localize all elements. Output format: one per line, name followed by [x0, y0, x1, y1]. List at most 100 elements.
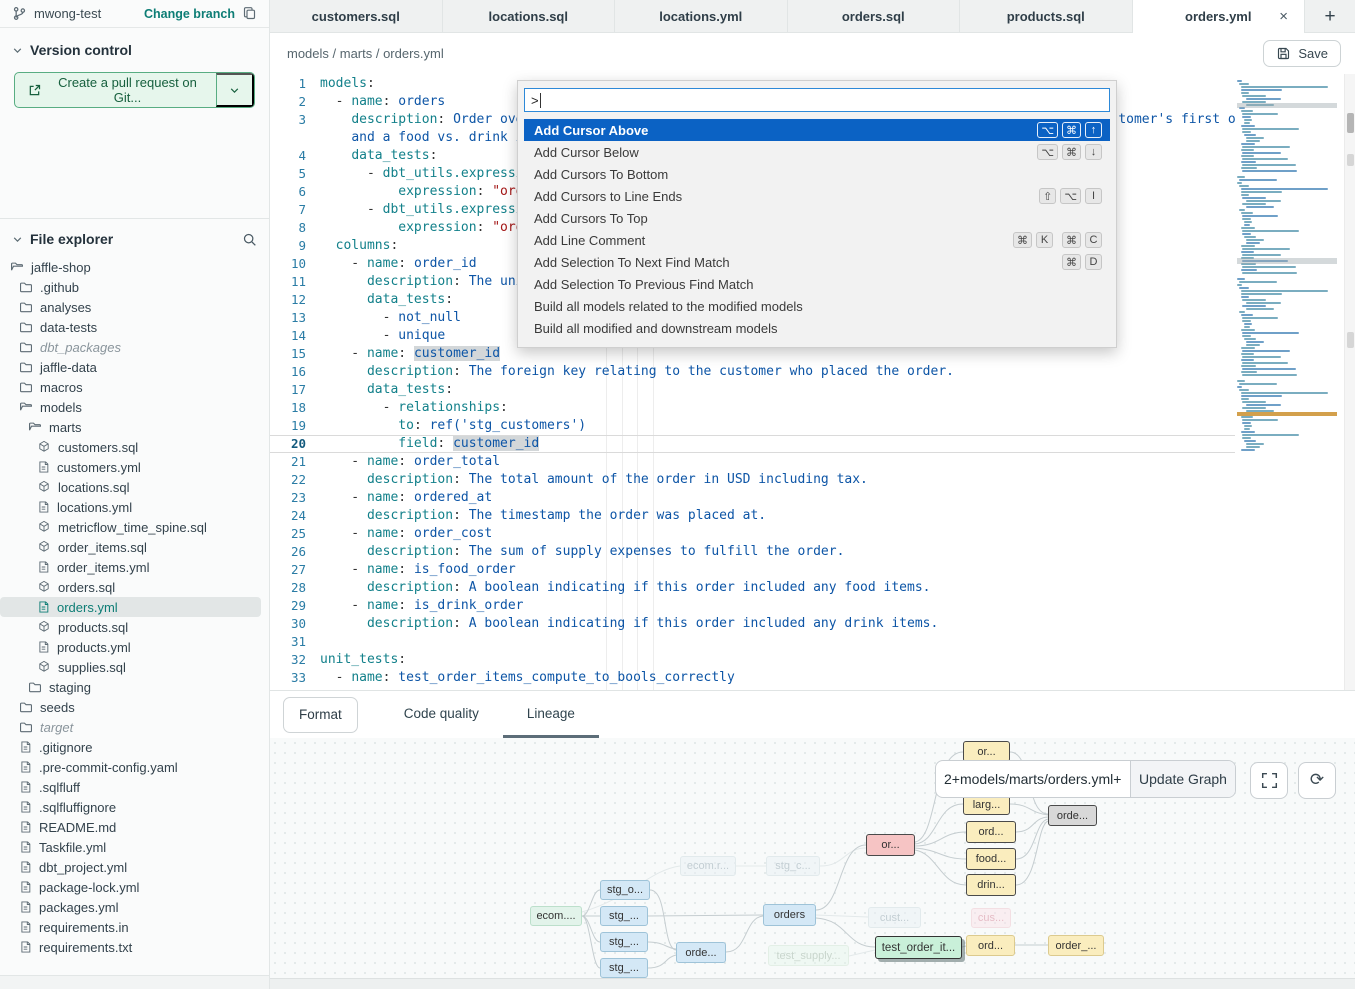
- editor-scrollbar[interactable]: [1344, 74, 1355, 690]
- update-graph-button[interactable]: Update Graph: [1130, 761, 1235, 797]
- lineage-node-stg_[interactable]: stg_...: [600, 958, 648, 978]
- lineage-node-stg_[interactable]: stg_...: [600, 932, 648, 952]
- sidebar-scrollbar[interactable]: [0, 975, 269, 989]
- code-line-25[interactable]: 25 - name: order_cost: [270, 525, 1235, 543]
- folder-target[interactable]: target: [0, 717, 261, 737]
- file-packages.yml[interactable]: packages.yml: [0, 897, 261, 917]
- lineage-node-ecom[interactable]: ecom....: [530, 906, 582, 926]
- file-orders.sql[interactable]: orders.sql: [0, 577, 261, 597]
- lineage-node-test_supply[interactable]: test_supply...: [768, 945, 849, 966]
- code-line-31[interactable]: 31: [270, 633, 1235, 651]
- code-line-18[interactable]: 18 - relationships:: [270, 399, 1235, 417]
- code-line-32[interactable]: 32unit_tests:: [270, 651, 1235, 669]
- file-Taskfile.yml[interactable]: Taskfile.yml: [0, 837, 261, 857]
- tab-locations.sql[interactable]: locations.sql: [443, 0, 616, 33]
- lineage-node-orders[interactable]: orders: [763, 904, 816, 926]
- code-line-16[interactable]: 16 description: The foreign key relating…: [270, 363, 1235, 381]
- code-line-24[interactable]: 24 description: The timestamp the order …: [270, 507, 1235, 525]
- file-orders.yml[interactable]: orders.yml: [0, 597, 261, 617]
- command-palette-input[interactable]: >: [524, 88, 1110, 112]
- create-pr-dropdown-button[interactable]: [216, 73, 254, 107]
- code-line-22[interactable]: 22 description: The total amount of the …: [270, 471, 1235, 489]
- code-line-17[interactable]: 17 data_tests:: [270, 381, 1235, 399]
- lineage-canvas[interactable]: ecom....stg_o...stg_...stg_...stg_...ord…: [270, 738, 1355, 978]
- palette-item[interactable]: Add Selection To Next Find Match⌘D: [524, 251, 1110, 273]
- lineage-node-food[interactable]: food...: [966, 848, 1016, 870]
- copy-icon[interactable]: [242, 6, 257, 21]
- folder-.github[interactable]: .github: [0, 277, 261, 297]
- folder-staging[interactable]: staging: [0, 677, 261, 697]
- lineage-node-stg_[interactable]: stg_...: [600, 906, 648, 926]
- file-requirements.txt[interactable]: requirements.txt: [0, 937, 261, 957]
- code-line-26[interactable]: 26 description: The sum of supply expens…: [270, 543, 1235, 561]
- lineage-node-cust[interactable]: cust...: [868, 907, 921, 928]
- lineage-node-drin[interactable]: drin...: [966, 874, 1016, 896]
- folder-dbt_packages[interactable]: dbt_packages: [0, 337, 261, 357]
- lineage-node-ord[interactable]: ord...: [966, 821, 1016, 843]
- tab-code-quality[interactable]: Code quality: [380, 691, 503, 738]
- chevron-down-icon[interactable]: [12, 234, 23, 245]
- folder-analyses[interactable]: analyses: [0, 297, 261, 317]
- folder-data-tests[interactable]: data-tests: [0, 317, 261, 337]
- tab-customers.sql[interactable]: customers.sql: [270, 0, 443, 33]
- file-locations.sql[interactable]: locations.sql: [0, 477, 261, 497]
- file-products.yml[interactable]: products.yml: [0, 637, 261, 657]
- lineage-node-orde[interactable]: orde...: [676, 942, 726, 963]
- file-dbt_project.yml[interactable]: dbt_project.yml: [0, 857, 261, 877]
- minimap[interactable]: [1237, 80, 1337, 460]
- search-icon[interactable]: [242, 232, 257, 247]
- folder-jaffle-shop[interactable]: jaffle-shop: [0, 257, 261, 277]
- fullscreen-button[interactable]: [1250, 762, 1288, 799]
- lineage-scrollbar[interactable]: [270, 978, 1355, 989]
- tab-locations.yml[interactable]: locations.yml: [615, 0, 788, 33]
- file-locations.yml[interactable]: locations.yml: [0, 497, 261, 517]
- file-customers.sql[interactable]: customers.sql: [0, 437, 261, 457]
- file-order_items.sql[interactable]: order_items.sql: [0, 537, 261, 557]
- palette-item[interactable]: Add Cursors to Line Ends⇧⌥I: [524, 185, 1110, 207]
- file-package-lock.yml[interactable]: package-lock.yml: [0, 877, 261, 897]
- lineage-node-ord[interactable]: ord...: [966, 935, 1015, 956]
- chevron-down-icon[interactable]: [12, 45, 23, 56]
- change-branch-link[interactable]: Change branch: [144, 7, 235, 21]
- file-.sqlfluffignore[interactable]: .sqlfluffignore: [0, 797, 261, 817]
- lineage-node-stg_c[interactable]: stg_c...: [766, 856, 820, 876]
- palette-item[interactable]: Build all modified and downstream models: [524, 317, 1110, 339]
- palette-item[interactable]: Add Selection To Previous Find Match: [524, 273, 1110, 295]
- tab-orders.sql[interactable]: orders.sql: [788, 0, 961, 33]
- code-line-30[interactable]: 30 description: A boolean indicating if …: [270, 615, 1235, 633]
- file-supplies.sql[interactable]: supplies.sql: [0, 657, 261, 677]
- lineage-node-or[interactable]: or...: [963, 741, 1010, 762]
- tab-lineage[interactable]: Lineage: [503, 691, 599, 738]
- lineage-node-ecomr[interactable]: ecom.r...: [680, 856, 736, 876]
- refresh-button[interactable]: ⟳: [1298, 762, 1336, 799]
- save-button[interactable]: Save: [1263, 40, 1341, 67]
- code-line-29[interactable]: 29 - name: is_drink_order: [270, 597, 1235, 615]
- tab-close-icon[interactable]: ×: [1279, 8, 1288, 25]
- lineage-node-test_order_it[interactable]: test_order_it...: [875, 936, 962, 959]
- lineage-node-or[interactable]: or...: [866, 834, 915, 856]
- file-.pre-commit-config.yaml[interactable]: .pre-commit-config.yaml: [0, 757, 261, 777]
- format-button[interactable]: Format: [283, 697, 358, 733]
- code-line-20[interactable]: 20 field: customer_id: [270, 435, 1235, 453]
- folder-marts[interactable]: marts: [0, 417, 261, 437]
- file-metricflow_time_spine.sql[interactable]: metricflow_time_spine.sql: [0, 517, 261, 537]
- file-.sqlfluff[interactable]: .sqlfluff: [0, 777, 261, 797]
- scrollbar-thumb[interactable]: [1347, 113, 1354, 133]
- folder-macros[interactable]: macros: [0, 377, 261, 397]
- tab-products.sql[interactable]: products.sql: [960, 0, 1133, 33]
- lineage-node-orde[interactable]: orde...: [1048, 805, 1097, 826]
- lineage-node-cus[interactable]: cus...: [971, 908, 1011, 928]
- folder-jaffle-data[interactable]: jaffle-data: [0, 357, 261, 377]
- palette-item[interactable]: Add Line Comment⌘K⌘C: [524, 229, 1110, 251]
- code-line-21[interactable]: 21 - name: order_total: [270, 453, 1235, 471]
- tab-orders.yml[interactable]: orders.yml×: [1133, 0, 1306, 33]
- file-products.sql[interactable]: products.sql: [0, 617, 261, 637]
- folder-seeds[interactable]: seeds: [0, 697, 261, 717]
- file-order_items.yml[interactable]: order_items.yml: [0, 557, 261, 577]
- palette-item[interactable]: Add Cursors To Bottom: [524, 163, 1110, 185]
- lineage-node-order_[interactable]: order_...: [1048, 935, 1104, 956]
- code-line-28[interactable]: 28 description: A boolean indicating if …: [270, 579, 1235, 597]
- file-customers.yml[interactable]: customers.yml: [0, 457, 261, 477]
- lineage-filter-input[interactable]: 2+models/marts/orders.yml+: [936, 761, 1130, 797]
- code-line-23[interactable]: 23 - name: ordered_at: [270, 489, 1235, 507]
